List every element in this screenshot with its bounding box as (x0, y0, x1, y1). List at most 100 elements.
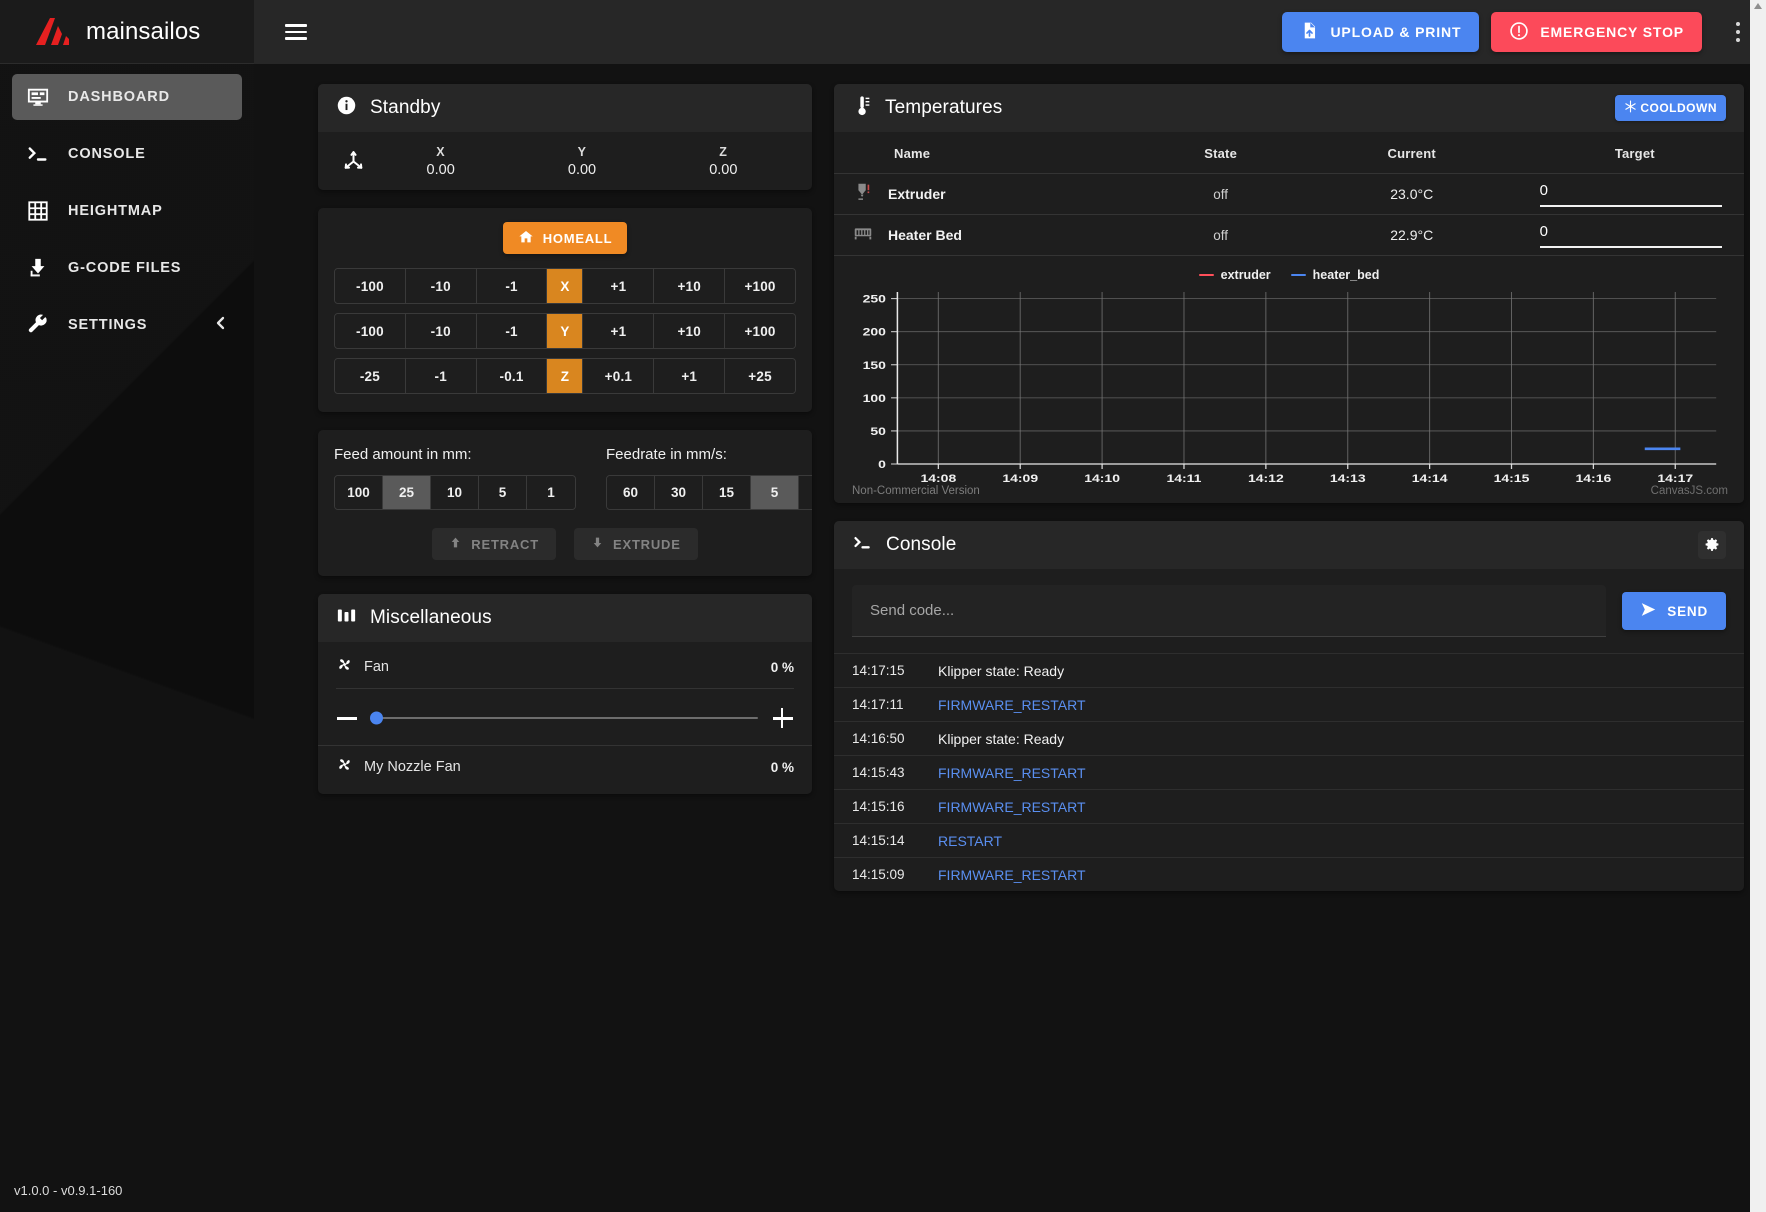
jog-x-minus-1[interactable]: -1 (476, 269, 548, 303)
feedrate-segmented: 60 30 15 5 1 (606, 475, 812, 510)
jog-y-minus-1[interactable]: -1 (476, 314, 548, 348)
retract-button[interactable]: RETRACT (432, 528, 556, 560)
file-download-icon (26, 256, 50, 280)
log-timestamp: 14:15:16 (852, 799, 905, 814)
jog-x-minus-10[interactable]: -10 (405, 269, 477, 303)
jog-x-plus-10[interactable]: +10 (654, 269, 726, 303)
feedrate-option-60[interactable]: 60 (607, 476, 655, 509)
jog-z-plus-0-1[interactable]: +0.1 (583, 359, 655, 393)
jog-axis-label-z[interactable]: Z (547, 359, 584, 393)
log-command[interactable]: FIRMWARE_RESTART (938, 697, 1086, 713)
jog-z-plus-25[interactable]: +25 (725, 359, 795, 393)
svg-text:14:17: 14:17 (1657, 472, 1693, 484)
jog-z-minus-25[interactable]: -25 (335, 359, 406, 393)
grid-icon (26, 199, 50, 223)
legend-label-extruder: extruder (1220, 268, 1271, 282)
jog-z-minus-1[interactable]: -1 (405, 359, 477, 393)
svg-text:14:13: 14:13 (1330, 472, 1366, 484)
minus-icon[interactable] (336, 707, 358, 729)
send-code-input[interactable]: Send code... (852, 585, 1607, 637)
jog-x-plus-100[interactable]: +100 (725, 269, 795, 303)
jog-axis-label-x[interactable]: X (547, 269, 584, 303)
nozzle-icon (852, 181, 874, 208)
sidebar-item-settings[interactable]: SETTINGS (12, 302, 242, 348)
upload-and-print-button[interactable]: UPLOAD & PRINT (1282, 12, 1480, 52)
homeall-button[interactable]: HOMEALL (502, 222, 628, 254)
send-label: SEND (1667, 603, 1708, 619)
sidebar-item-console[interactable]: CONSOLE (12, 131, 242, 177)
console-log-row: 14:17:15 Klipper state: Ready (834, 653, 1744, 687)
emergency-stop-button[interactable]: EMERGENCY STOP (1491, 12, 1702, 52)
feedrate-option-30[interactable]: 30 (655, 476, 703, 509)
column-header-state: State (1143, 132, 1298, 174)
log-command[interactable]: RESTART (938, 833, 1002, 849)
jog-z-minus-0-1[interactable]: -0.1 (476, 359, 548, 393)
chevron-left-icon[interactable] (214, 315, 228, 336)
extruder-actions: RETRACT EXTRUDE (334, 528, 796, 560)
feedrate-option-5[interactable]: 5 (751, 476, 799, 509)
jog-y-plus-1[interactable]: +1 (583, 314, 655, 348)
chart-watermark-right: CanvasJS.com (1650, 485, 1728, 497)
slider-thumb[interactable] (370, 711, 383, 725)
axis-value: 0.00 (709, 161, 738, 178)
log-command[interactable]: FIRMWARE_RESTART (938, 799, 1086, 815)
extrude-button[interactable]: EXTRUDE (574, 528, 698, 560)
svg-text:14:12: 14:12 (1248, 472, 1284, 484)
sidebar-item-heightmap[interactable]: HEIGHTMAP (12, 188, 242, 234)
jog-y-minus-100[interactable]: -100 (335, 314, 406, 348)
plus-icon[interactable] (772, 707, 794, 729)
heater-name-cell: Extruder (834, 173, 1144, 215)
temperatures-panel: Temperatures COOLDOWN Name State Current… (834, 84, 1744, 503)
legend-item-heater-bed[interactable]: heater_bed (1290, 268, 1380, 282)
sidebar-nav: DASHBOARD CONSOLE HEIGHTMAP G-CODE FILES… (0, 64, 254, 359)
jog-y-minus-10[interactable]: -10 (405, 314, 477, 348)
send-button[interactable]: SEND (1622, 592, 1726, 630)
sidebar-item-dashboard[interactable]: DASHBOARD (12, 74, 242, 120)
feedrate-option-1[interactable]: 1 (799, 476, 812, 509)
heater-target-cell: 0 (1525, 214, 1744, 256)
status-panel: Standby X 0.00 Y 0.00 Z 0.00 (318, 84, 812, 190)
jog-y-plus-10[interactable]: +10 (654, 314, 726, 348)
sidebar-item-gcode-files[interactable]: G-CODE FILES (12, 245, 242, 291)
legend-item-extruder[interactable]: extruder (1198, 268, 1271, 282)
hamburger-menu-icon[interactable] (278, 14, 314, 50)
sidebar-item-label: G-CODE FILES (68, 260, 182, 276)
extruder-target-input[interactable]: 0 (1539, 182, 1722, 207)
extruder-panel: Feed amount in mm: 100 25 10 5 1 Feedrat… (318, 430, 812, 576)
jog-x-minus-100[interactable]: -100 (335, 269, 406, 303)
fan-name: My Nozzle Fan (364, 759, 461, 775)
jog-z-plus-1[interactable]: +1 (654, 359, 726, 393)
homeall-label: HOMEALL (542, 230, 613, 246)
feedrate-option-15[interactable]: 15 (703, 476, 751, 509)
thermometer-icon (852, 95, 872, 122)
jog-axis-label-y[interactable]: Y (547, 314, 584, 348)
heater-bed-target-input[interactable]: 0 (1539, 223, 1722, 248)
feed-amount-option-100[interactable]: 100 (335, 476, 383, 509)
arrow-down-icon (591, 536, 604, 552)
scroll-up-arrow-icon[interactable] (1754, 3, 1762, 9)
cooldown-button[interactable]: COOLDOWN (1615, 95, 1726, 121)
svg-text:14:14: 14:14 (1412, 472, 1448, 484)
legend-label-heater-bed: heater_bed (1312, 268, 1380, 282)
target-input-wrap: 0 (1526, 182, 1744, 207)
heater-target-cell: 0 (1525, 173, 1744, 215)
fan-speed-slider[interactable] (370, 711, 758, 725)
temperatures-table: Name State Current Target Extruder off 2… (834, 132, 1744, 256)
svg-text:50: 50 (870, 425, 886, 437)
console-log-row: 14:15:14 RESTART (834, 823, 1744, 857)
feed-amount-option-25[interactable]: 25 (383, 476, 431, 509)
mainsail-logo-icon (34, 17, 72, 47)
jog-y-plus-100[interactable]: +100 (725, 314, 795, 348)
jog-x-plus-1[interactable]: +1 (583, 269, 655, 303)
gear-icon[interactable] (1698, 531, 1726, 559)
chart-plot-area: 0 50 100 150 200 250 14:08 14:09 14:10 14:11 14:12… (863, 292, 1717, 485)
axis-arrow-icon (336, 149, 370, 174)
send-icon (1640, 601, 1657, 621)
log-command[interactable]: FIRMWARE_RESTART (938, 867, 1086, 883)
arrow-up-icon (449, 536, 462, 552)
feed-amount-option-1[interactable]: 1 (527, 476, 575, 509)
feed-amount-option-10[interactable]: 10 (431, 476, 479, 509)
page-scrollbar[interactable] (1750, 0, 1766, 1212)
feed-amount-option-5[interactable]: 5 (479, 476, 527, 509)
log-command[interactable]: FIRMWARE_RESTART (938, 765, 1086, 781)
